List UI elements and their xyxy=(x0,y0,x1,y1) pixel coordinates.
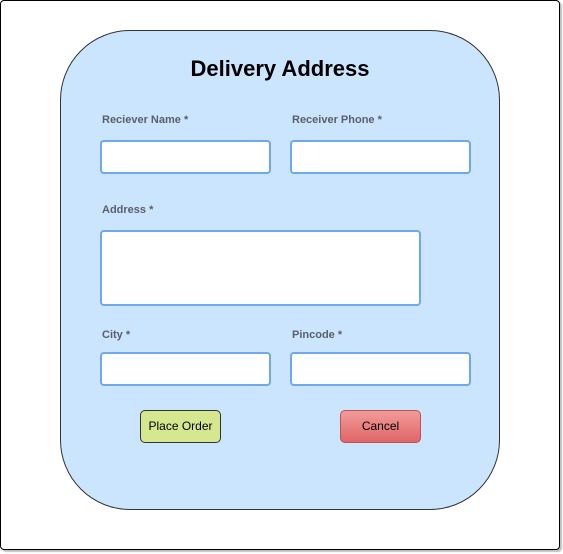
receiver-name-input[interactable] xyxy=(100,140,271,174)
city-label: City * xyxy=(102,329,131,341)
receiver-name-label: Reciever Name * xyxy=(102,114,189,126)
place-order-button[interactable]: Place Order xyxy=(140,410,221,443)
address-label: Address * xyxy=(102,204,154,216)
address-input[interactable] xyxy=(100,230,421,306)
city-input[interactable] xyxy=(100,352,271,386)
receiver-phone-label: Receiver Phone * xyxy=(292,114,382,126)
pincode-input[interactable] xyxy=(290,352,471,386)
form-title: Delivery Address xyxy=(190,56,370,81)
cancel-button[interactable]: Cancel xyxy=(340,410,421,443)
pincode-label: Pincode * xyxy=(292,329,343,341)
receiver-phone-input[interactable] xyxy=(290,140,471,174)
